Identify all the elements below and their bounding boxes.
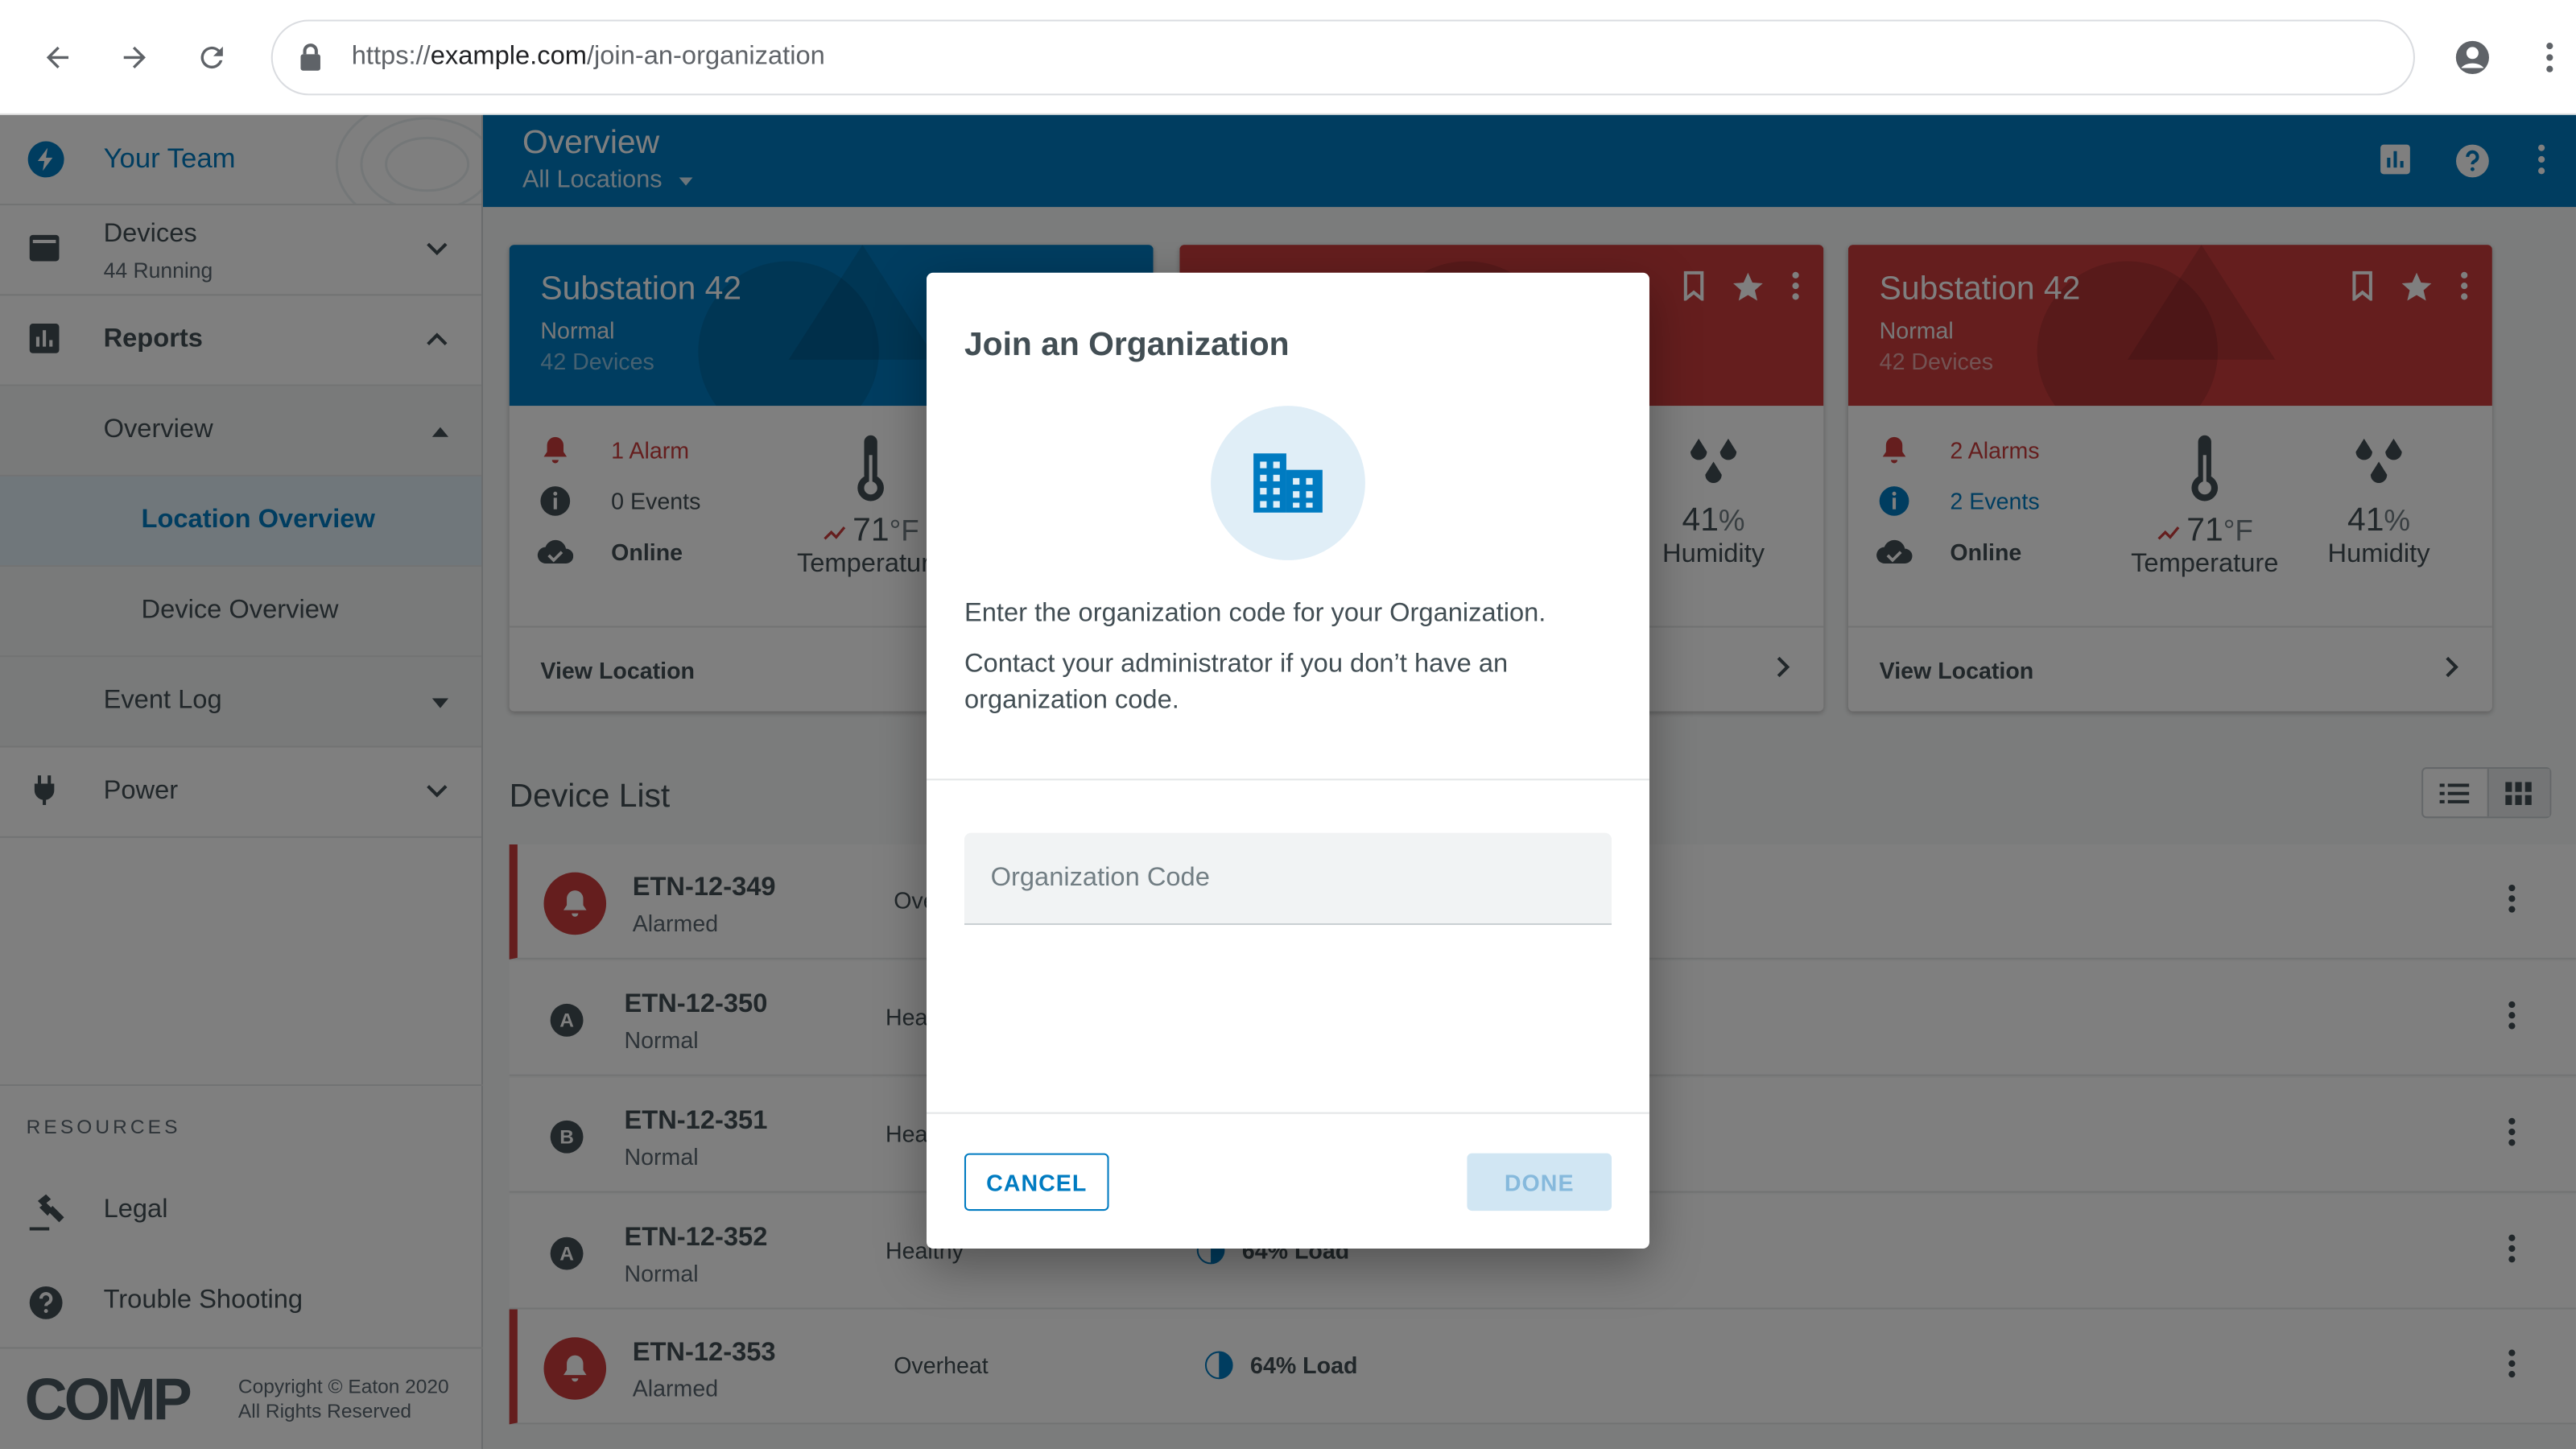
divider <box>927 1112 1649 1114</box>
url-prefix: https:// <box>351 43 431 71</box>
address-bar[interactable]: https://example.com/join-an-organization <box>270 19 2415 96</box>
organization-code-input[interactable] <box>964 832 1612 925</box>
browser-menu-icon[interactable] <box>2530 38 2570 77</box>
back-icon[interactable] <box>38 38 77 77</box>
join-organization-dialog: Join an Organization Enter the organizat… <box>927 272 1649 1249</box>
browser-toolbar: https://example.com/join-an-organization <box>0 0 2576 115</box>
forward-icon[interactable] <box>115 38 155 77</box>
dialog-title: Join an Organization <box>964 327 1290 364</box>
reload-icon[interactable] <box>192 38 232 77</box>
account-icon[interactable] <box>2453 38 2492 77</box>
url-path: /join-an-organization <box>586 43 825 71</box>
dialog-help-text: Contact your administrator if you don’t … <box>964 650 1509 715</box>
building-icon <box>1253 453 1323 513</box>
lock-icon <box>299 43 322 80</box>
done-button[interactable]: DONE <box>1467 1153 1612 1212</box>
divider <box>927 778 1649 781</box>
url-host: example.com <box>430 43 587 71</box>
cancel-button[interactable]: CANCEL <box>964 1153 1109 1212</box>
organization-icon-badge <box>1211 406 1365 560</box>
dialog-instructions: Enter the organization code for your Org… <box>964 599 1546 628</box>
